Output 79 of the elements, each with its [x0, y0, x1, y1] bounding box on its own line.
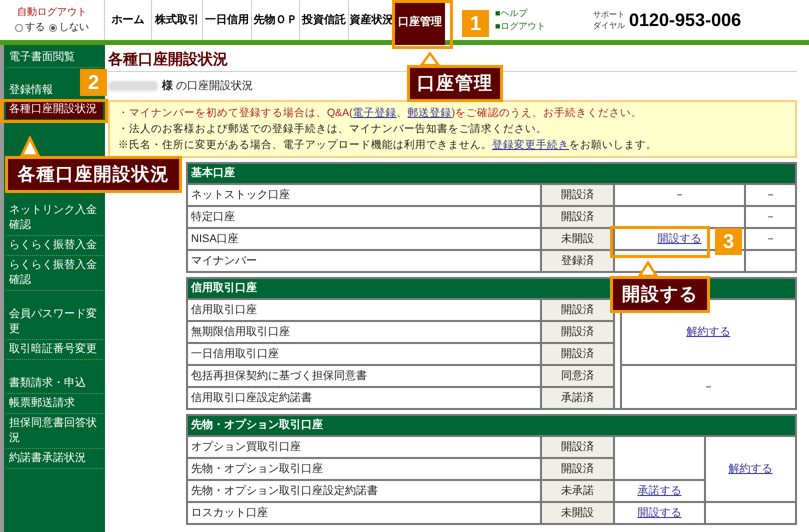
table-cell: 信用取引口座: [187, 299, 541, 321]
pointer-arrow: [20, 136, 40, 156]
notice-text: ・法人のお客様および郵送での登録手続きは、マイナンバー告知書をご請求ください。: [118, 122, 548, 137]
sidebar-item[interactable]: 会員パスワード変更: [6, 305, 103, 340]
sidebar-item[interactable]: 約諾書承諾状況: [6, 449, 103, 469]
notice-link[interactable]: 電子登録: [352, 107, 397, 119]
greeting-text: 様 の口座開設状況: [162, 78, 254, 94]
radio-option[interactable]: しない: [49, 20, 89, 35]
table-cell: －: [745, 184, 796, 206]
sidebar-item[interactable]: 担保同意書回答状況: [6, 414, 103, 449]
table-cell: オプション買取引口座: [187, 436, 541, 458]
header-link[interactable]: ■ログアウト: [495, 20, 593, 34]
callout-label: 口座管理: [407, 65, 503, 102]
sidebar-item[interactable]: 帳票郵送請求: [6, 394, 103, 414]
section-header: 先物・オプション取引口座: [187, 415, 796, 436]
status-cell: 同意済: [541, 365, 614, 387]
table-cell: 先物・オプション取引口座設定約諾書: [187, 480, 541, 502]
status-cell: 開設済: [541, 436, 614, 458]
table-link[interactable]: 解約する: [728, 462, 772, 475]
nav-tab[interactable]: 一日信用: [203, 0, 252, 40]
status-cell: 未承諾: [541, 480, 614, 502]
header-link[interactable]: ■ヘルプ: [495, 6, 593, 20]
support-label: サポート: [593, 9, 625, 20]
pointer-arrow: [420, 52, 440, 65]
auto-logout-label: 自動ログアウト: [17, 6, 87, 20]
table-cell: 包括再担保契約に基づく担保同意書: [187, 365, 541, 387]
nav-tab[interactable]: 株式取引: [152, 0, 203, 40]
status-cell: 未開設: [541, 502, 614, 524]
pointer-arrow: [638, 261, 658, 276]
notice-link[interactable]: 郵送登録: [408, 107, 452, 119]
status-cell: 承諾済: [541, 387, 614, 409]
table-cell: －: [745, 206, 796, 228]
nav-tab[interactable]: 投資信託: [300, 0, 349, 40]
nav-tab[interactable]: 口座管理: [395, 0, 445, 45]
status-cell: 開設済: [541, 458, 614, 480]
notice-text: ※氏名・住所に変更がある場合、電子アップロード機能は利用できません。登録変更手続き をお願いします。: [118, 138, 658, 153]
sidebar-item[interactable]: らくらく振替入金: [6, 236, 103, 256]
sidebar-item[interactable]: 書類請求・申込: [6, 374, 103, 394]
table-cell: ネットストック口座: [187, 184, 541, 206]
sidebar-item[interactable]: 取引暗証番号変更: [6, 340, 103, 360]
status-cell: 開設済: [541, 184, 614, 206]
table-cell: －: [614, 184, 746, 206]
highlight-frame: [392, 0, 453, 49]
table-cell: 特定口座: [187, 206, 541, 228]
table-cell: 一日信用取引口座: [187, 343, 541, 365]
status-cell: 開設済: [541, 206, 614, 228]
table-cell: NISA口座: [187, 228, 541, 250]
status-cell: 開設済: [541, 343, 614, 365]
table-link[interactable]: 解約する: [686, 326, 730, 338]
callout-label: 各種口座開設状況: [5, 156, 182, 193]
section-header: 基本口座: [187, 163, 796, 184]
table-cell: 先物・オプション取引口座: [187, 458, 541, 480]
table-cell: －: [620, 365, 796, 409]
sidebar-item[interactable]: らくらく振替入金確認: [6, 256, 103, 291]
status-cell: 未開設: [541, 228, 614, 250]
status-cell: 開設済: [541, 321, 614, 343]
step-badge: 3: [715, 228, 742, 255]
sidebar-heading: 登録情報: [8, 83, 54, 98]
table-cell: 信用取引口座設定約諾書: [187, 387, 541, 409]
support-label: ダイヤル: [593, 20, 625, 31]
blurred-name: [108, 81, 158, 91]
status-cell: 登録済: [541, 250, 614, 272]
notice-text: ・マイナンバーを初めて登録する場合は、Q&A(電子登録、郵送登録)をご確認のうえ、お手続きください。: [118, 106, 644, 121]
nav-tab[interactable]: 先物ＯＰ: [252, 0, 300, 40]
radio-option[interactable]: する: [15, 20, 45, 35]
status-cell: 開設済: [541, 299, 614, 321]
sidebar-item[interactable]: 電子書面閲覧: [6, 48, 103, 68]
table-cell: －: [745, 228, 796, 250]
table-cell: ロスカット口座: [187, 502, 541, 524]
sidebar-item[interactable]: ネットリンク入金確認: [6, 201, 103, 236]
table-link[interactable]: 開設する: [658, 232, 702, 245]
step-badge: 1: [462, 10, 489, 37]
step-badge: 2: [80, 69, 107, 96]
support-phone: 0120-953-006: [629, 8, 742, 32]
notice-link[interactable]: 登録変更手続き: [492, 139, 569, 151]
callout-label: 開設する: [610, 276, 710, 313]
table-cell: 無期限信用取引口座: [187, 321, 541, 343]
table-cell: マイナンバー: [187, 250, 541, 272]
nav-tab[interactable]: ホーム: [105, 0, 152, 40]
